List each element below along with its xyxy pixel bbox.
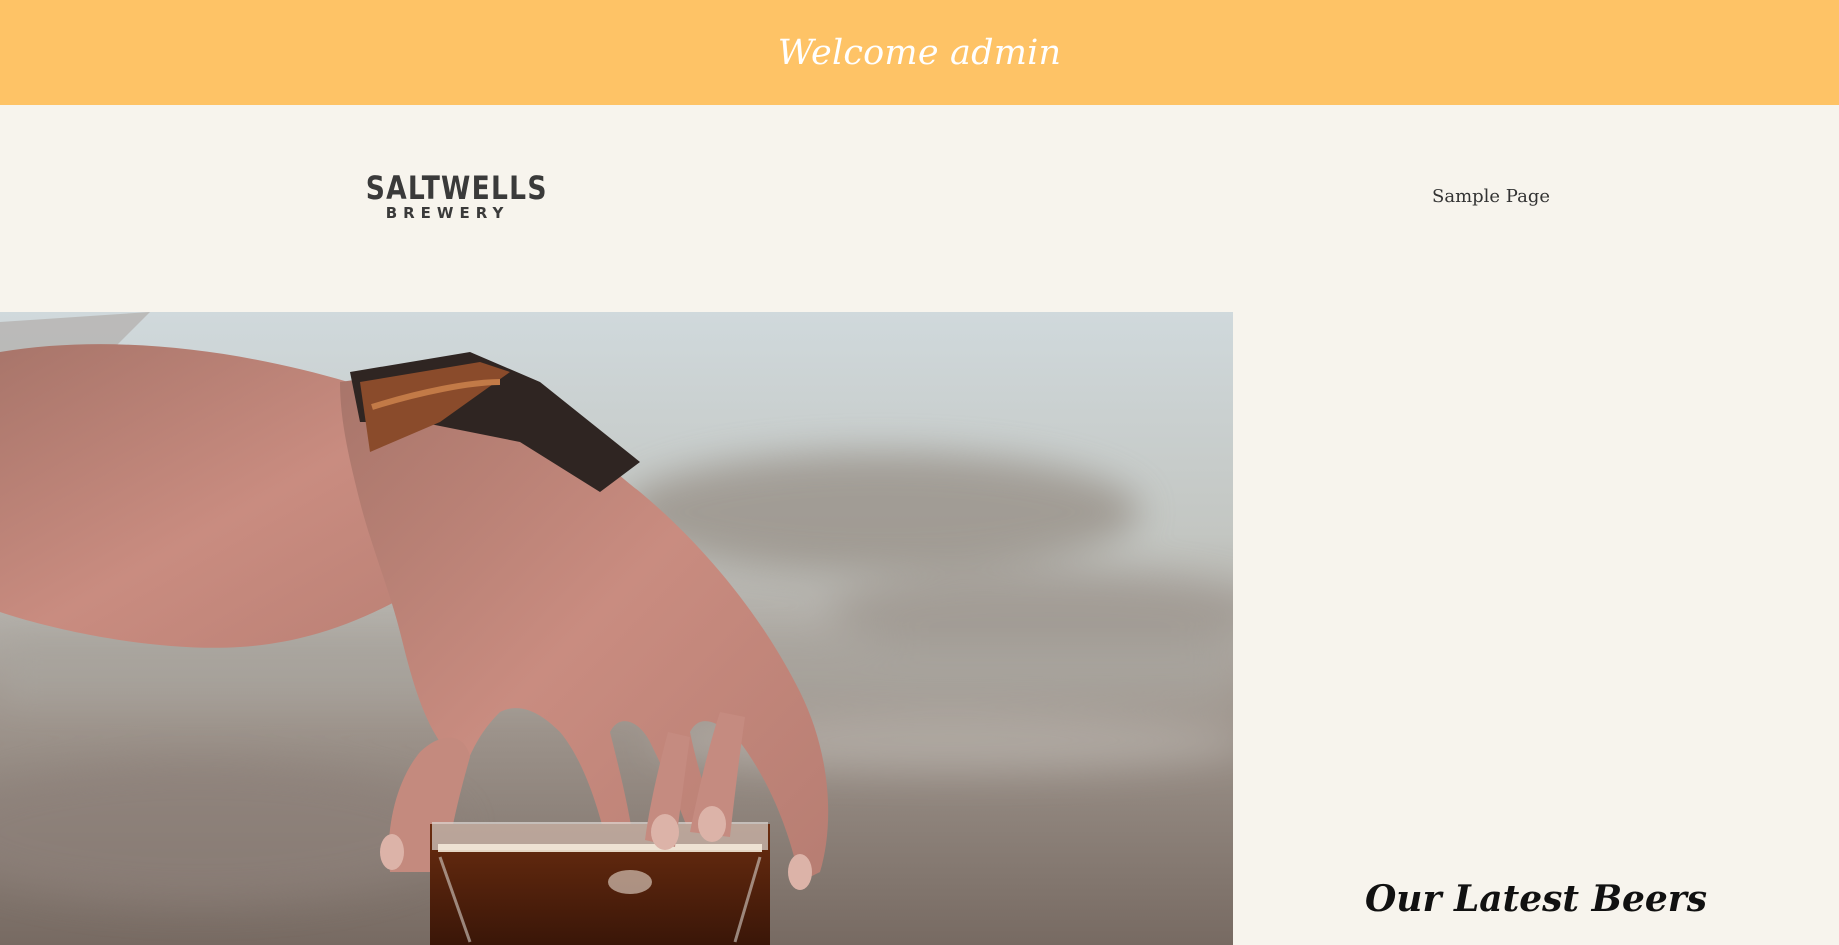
logo-subtitle: BREWERY bbox=[385, 204, 510, 222]
logo-wordmark: SALTWELLS bbox=[365, 169, 548, 207]
hero-image bbox=[0, 312, 1233, 945]
site-logo[interactable]: SALTWELLS BREWERY bbox=[349, 169, 548, 222]
nav-item-sample-page[interactable]: Sample Page bbox=[1432, 186, 1550, 207]
site-header: SALTWELLS BREWERY Sample Page bbox=[0, 105, 1839, 312]
latest-beers-heading: Our Latest Beers bbox=[1364, 878, 1708, 920]
hero-photo-illustration bbox=[0, 312, 1233, 945]
welcome-message: Welcome admin bbox=[777, 32, 1062, 73]
welcome-banner: Welcome admin bbox=[0, 0, 1839, 105]
